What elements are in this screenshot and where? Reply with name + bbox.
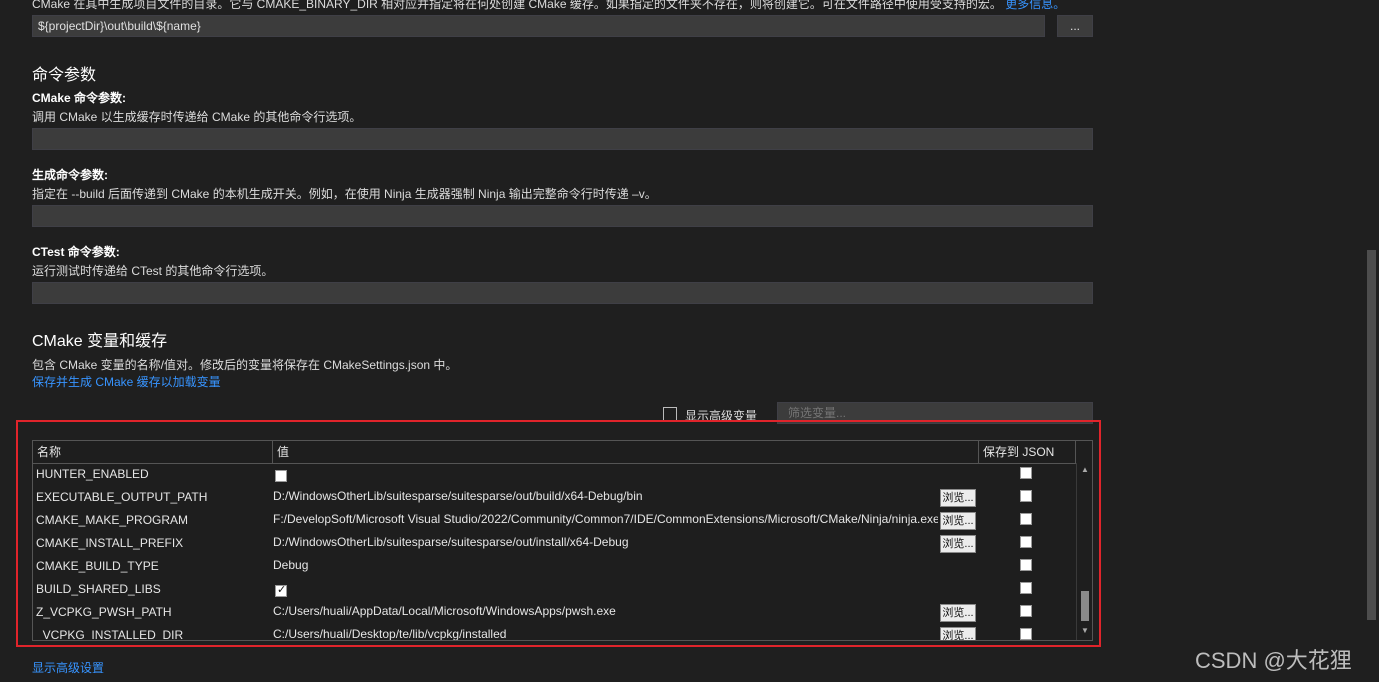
build-root-description: CMake 在其中生成项目文件的目录。它与 CMAKE_BINARY_DIR 相… (32, 0, 1065, 12)
variables-description: 包含 CMake 变量的名称/值对。修改后的变量将保存在 CMakeSettin… (32, 358, 458, 372)
build-args-input[interactable] (32, 205, 1093, 227)
ctest-args-description: 运行测试时传递给 CTest 的其他命令行选项。 (32, 264, 274, 278)
build-root-input[interactable] (32, 15, 1045, 37)
command-args-title: 命令参数 (32, 67, 97, 84)
variables-title: CMake 变量和缓存 (32, 333, 168, 350)
show-advanced-checkbox[interactable] (663, 407, 677, 421)
build-root-browse-button[interactable]: ... (1057, 15, 1093, 37)
cmake-args-input[interactable] (32, 128, 1093, 150)
cmake-settings-page: CMake 在其中生成项目文件的目录。它与 CMAKE_BINARY_DIR 相… (0, 0, 1379, 682)
page-scroll-thumb[interactable] (1367, 250, 1376, 620)
build-args-title: 生成命令参数: (32, 168, 108, 182)
cmake-args-title: CMake 命令参数: (32, 91, 127, 105)
show-advanced-settings-link[interactable]: 显示高级设置 (32, 659, 104, 676)
save-generate-cache-link[interactable]: 保存并生成 CMake 缓存以加载变量 (32, 373, 221, 390)
build-root-description-text: CMake 在其中生成项目文件的目录。它与 CMAKE_BINARY_DIR 相… (32, 0, 1002, 11)
watermark: CSDN @大花狸 (1195, 648, 1352, 673)
build-args-description: 指定在 --build 后面传递到 CMake 的本机生成开关。例如，在使用 N… (32, 187, 657, 201)
more-info-link[interactable]: 更多信息。 (1005, 0, 1065, 11)
ctest-args-input[interactable] (32, 282, 1093, 304)
cmake-args-description: 调用 CMake 以生成缓存时传递给 CMake 的其他命令行选项。 (32, 110, 362, 124)
ctest-args-title: CTest 命令参数: (32, 245, 120, 259)
annotation-highlight-box (16, 420, 1101, 647)
page-scrollbar[interactable] (1364, 0, 1379, 682)
